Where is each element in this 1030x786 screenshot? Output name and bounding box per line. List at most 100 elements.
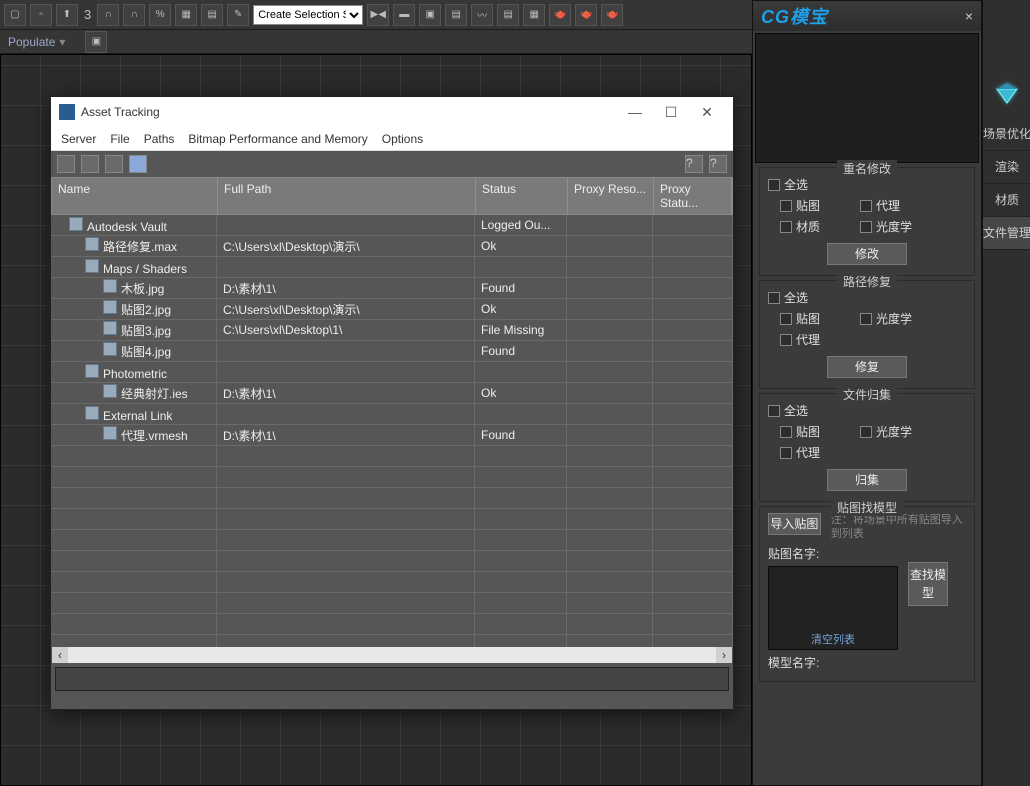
map-listbox[interactable]: 清空列表	[768, 566, 898, 650]
chk-proxy[interactable]: 代理	[860, 195, 900, 216]
table-row[interactable]	[51, 593, 733, 614]
menu-bitmap[interactable]: Bitmap Performance and Memory	[188, 132, 367, 146]
table-row[interactable]	[51, 530, 733, 551]
table-row[interactable]	[51, 488, 733, 509]
table-row[interactable]: 贴图4.jpgFound	[51, 341, 733, 362]
statusbar	[55, 667, 729, 691]
grid-icon[interactable]	[129, 155, 147, 173]
chk-select-all[interactable]: 全选	[768, 287, 966, 308]
horizontal-scrollbar[interactable]: ‹ ›	[52, 647, 732, 663]
toolbar-btn[interactable]: ⬆	[56, 4, 78, 26]
scroll-right-icon[interactable]: ›	[716, 647, 732, 663]
toolbar-btn[interactable]: ▢	[4, 4, 26, 26]
collect-button[interactable]: 归集	[827, 469, 907, 491]
table-row[interactable]	[51, 614, 733, 635]
import-map-button[interactable]: 导入贴图	[768, 513, 821, 535]
ribbon-btn[interactable]: ▣	[85, 31, 107, 53]
minimize-button[interactable]: —	[617, 98, 653, 126]
mirror-icon[interactable]: ▶◀	[367, 4, 389, 26]
maximize-button[interactable]: ☐	[653, 98, 689, 126]
curve-editor-icon[interactable]: 〰	[471, 4, 493, 26]
col-status[interactable]: Status	[476, 178, 568, 214]
table-row[interactable]	[51, 572, 733, 593]
tab-render[interactable]: 渲染	[983, 151, 1030, 184]
chk-material[interactable]: 材质	[780, 216, 820, 237]
clear-list-link[interactable]: 清空列表	[811, 631, 855, 647]
group-findmodel: 贴图找模型 导入贴图 注：将场景中所有贴图导入到列表 贴图名字: 清空列表 查找…	[759, 506, 975, 682]
layers-icon[interactable]: ▤	[445, 4, 467, 26]
toolbar-btn[interactable]: ▦	[175, 4, 197, 26]
dropdown-icon[interactable]: ▾	[59, 35, 65, 49]
table-row[interactable]: 贴图2.jpgC:\Users\xl\Desktop\演示\Ok	[51, 299, 733, 320]
menu-server[interactable]: Server	[61, 132, 96, 146]
table-row[interactable]	[51, 635, 733, 647]
toolbar-btn[interactable]: ▤	[201, 4, 223, 26]
snap-icon[interactable]: ∩	[97, 4, 119, 26]
tab-material[interactable]: 材质	[983, 184, 1030, 217]
table-row[interactable]: 贴图3.jpgC:\Users\xl\Desktop\1\File Missin…	[51, 320, 733, 341]
table-row[interactable]: 木板.jpgD:\素材\1\Found	[51, 278, 733, 299]
col-proxy-res[interactable]: Proxy Reso...	[568, 178, 654, 214]
chk-proxy[interactable]: 代理	[780, 442, 820, 463]
menu-options[interactable]: Options	[382, 132, 423, 146]
asset-tracking-window: Asset Tracking — ☐ ✕ Server File Paths B…	[50, 96, 734, 710]
tab-scene-optimize[interactable]: 场景优化	[983, 118, 1030, 151]
list-icon[interactable]	[105, 155, 123, 173]
table-row[interactable]: 代理.vrmeshD:\素材\1\Found	[51, 425, 733, 446]
refresh-icon[interactable]	[57, 155, 75, 173]
render-icon[interactable]: 🫖	[601, 4, 623, 26]
chk-select-all[interactable]: 全选	[768, 400, 966, 421]
close-button[interactable]: ✕	[689, 98, 725, 126]
close-icon[interactable]: ×	[965, 8, 973, 24]
table-row[interactable]	[51, 446, 733, 467]
repair-button[interactable]: 修复	[827, 356, 907, 378]
chk-map[interactable]: 贴图	[780, 195, 820, 216]
table-row[interactable]: Photometric	[51, 362, 733, 383]
menu-paths[interactable]: Paths	[144, 132, 175, 146]
group-pathfix: 路径修复 全选 贴图 光度学 代理 修复	[759, 280, 975, 389]
chk-ies[interactable]: 光度学	[860, 308, 912, 329]
window-titlebar[interactable]: Asset Tracking — ☐ ✕	[51, 97, 733, 127]
col-name[interactable]: Name	[52, 178, 218, 214]
toolbar-btn[interactable]: ▫	[30, 4, 52, 26]
help-icon[interactable]: ?	[685, 155, 703, 173]
scroll-left-icon[interactable]: ‹	[52, 647, 68, 663]
file-icon	[85, 406, 99, 420]
chk-proxy[interactable]: 代理	[780, 329, 820, 350]
file-icon	[103, 321, 117, 335]
chk-map[interactable]: 贴图	[780, 308, 820, 329]
table-row[interactable]: External Link	[51, 404, 733, 425]
selection-set-dropdown[interactable]: Create Selection Se	[253, 5, 363, 25]
schematic-icon[interactable]: ▤	[497, 4, 519, 26]
align-icon[interactable]: ▬	[393, 4, 415, 26]
percent-snap-icon[interactable]: %	[149, 4, 171, 26]
render-frame-icon[interactable]: 🫖	[575, 4, 597, 26]
modify-button[interactable]: 修改	[827, 243, 907, 265]
menu-file[interactable]: File	[110, 132, 129, 146]
col-proxy-status[interactable]: Proxy Statu...	[654, 178, 732, 214]
chk-select-all[interactable]: 全选	[768, 174, 966, 195]
cg-panel-header[interactable]: CG模宝 ×	[753, 1, 981, 31]
chk-map[interactable]: 贴图	[780, 421, 820, 442]
help2-icon[interactable]: ?	[709, 155, 727, 173]
render-setup-icon[interactable]: 🫖	[549, 4, 571, 26]
view-icon[interactable]	[81, 155, 99, 173]
toolbar-btn[interactable]: ▣	[419, 4, 441, 26]
tab-file-manage[interactable]: 文件管理	[983, 217, 1030, 250]
angle-snap-icon[interactable]: ∩	[123, 4, 145, 26]
chk-ies[interactable]: 光度学	[860, 421, 912, 442]
table-row[interactable]: 路径修复.maxC:\Users\xl\Desktop\演示\Ok	[51, 236, 733, 257]
table-row[interactable]: 经典射灯.iesD:\素材\1\Ok	[51, 383, 733, 404]
material-editor-icon[interactable]: ▦	[523, 4, 545, 26]
diamond-icon[interactable]	[991, 80, 1023, 108]
table-row[interactable]: Autodesk VaultLogged Ou...	[51, 215, 733, 236]
col-path[interactable]: Full Path	[218, 178, 476, 214]
populate-label[interactable]: Populate	[8, 35, 55, 49]
chk-ies[interactable]: 光度学	[860, 216, 912, 237]
table-row[interactable]: Maps / Shaders	[51, 257, 733, 278]
toolbar-btn[interactable]: ✎	[227, 4, 249, 26]
table-row[interactable]	[51, 551, 733, 572]
find-model-button[interactable]: 查找模型	[908, 562, 948, 606]
table-row[interactable]	[51, 509, 733, 530]
table-row[interactable]	[51, 467, 733, 488]
